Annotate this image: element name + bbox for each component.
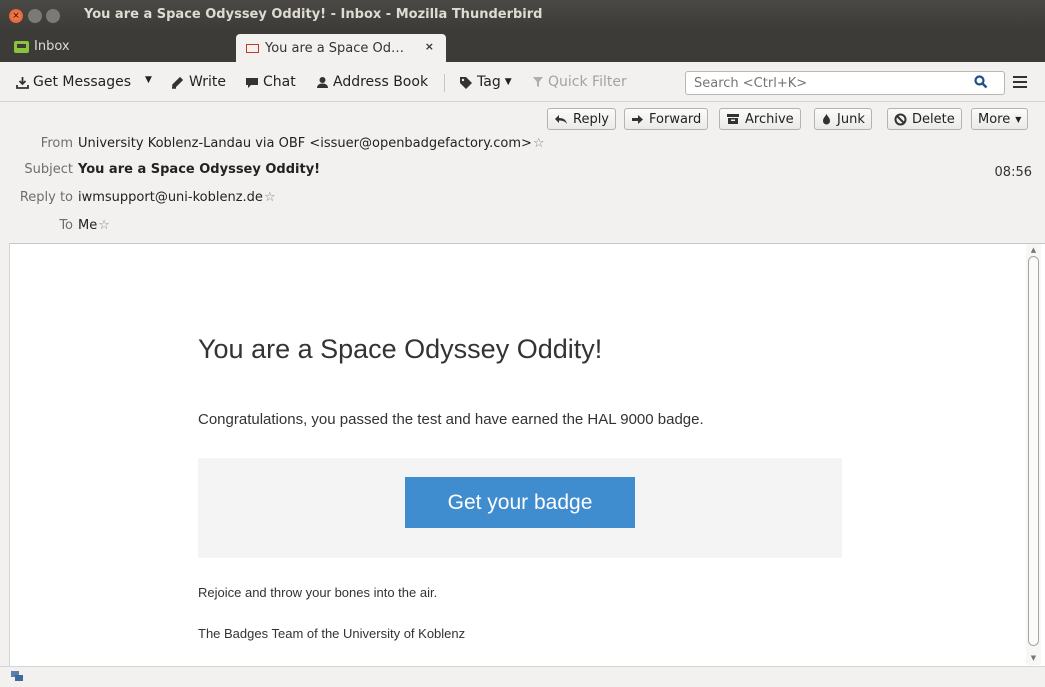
reply-arrow-icon [555,114,567,124]
window-minimize-button[interactable] [28,9,42,23]
tab-inbox-label: Inbox [34,39,70,54]
message-time: 08:56 [994,165,1032,180]
search-icon[interactable] [974,75,988,89]
to-value[interactable]: Me [78,218,97,233]
vertical-scrollbar[interactable]: ▲ ▼ [1026,244,1041,665]
message-heading: You are a Space Odyssey Oddity! [198,334,603,364]
subject-value: You are a Space Odyssey Oddity! [78,162,321,177]
reply-to-label: Reply to [19,190,73,205]
quick-filter-label: Quick Filter [548,74,627,90]
message-rejoice-text: Rejoice and throw your bones into the ai… [198,585,438,600]
message-congrats-text: Congratulations, you passed the test and… [198,411,704,428]
tab-message-label: You are a Space Od… [265,40,405,56]
tab-close-icon[interactable]: × [425,40,434,53]
flame-icon [823,114,830,125]
star-icon[interactable]: ☆ [264,190,276,205]
chat-button[interactable]: Chat [245,74,296,90]
chevron-down-icon: ▼ [1015,114,1022,124]
online-status-icon[interactable] [10,670,24,683]
inbox-icon [14,40,29,53]
forward-arrow-icon [632,114,643,124]
chevron-down-icon: ▼ [504,77,512,87]
tab-bar: Inbox [0,32,1045,62]
to-label: To [59,218,73,233]
tag-label: Tag [477,74,501,90]
reply-label: Reply [573,111,610,127]
window-title: You are a Space Odyssey Oddity! - Inbox … [84,7,543,22]
write-label: Write [189,74,226,90]
message-header: Reply Forward Archive Junk Delete More ▼… [0,103,1045,243]
more-label: More [978,111,1011,127]
tag-icon [460,76,472,89]
download-icon [16,76,29,89]
message-body: You are a Space Odyssey Oddity! Congratu… [9,243,1045,666]
chat-label: Chat [263,74,296,90]
person-icon [317,76,328,88]
address-book-label: Address Book [333,74,429,90]
get-messages-label: Get Messages [33,74,132,90]
to-row: To Me ☆ [0,218,110,233]
junk-button[interactable]: Junk [814,108,872,130]
hamburger-menu-icon[interactable] [1013,76,1027,88]
pencil-icon [172,76,184,89]
main-toolbar: Get Messages ▼ Write Chat Address Book T… [0,62,1045,102]
archive-button[interactable]: Archive [719,108,801,130]
message-signature: The Badges Team of the University of Kob… [198,626,466,641]
reply-to-row: Reply to iwmsupport@uni-koblenz.de ☆ [0,190,276,205]
chevron-down-icon: ▼ [145,75,152,85]
from-label: From [40,136,73,151]
scrollbar-thumb[interactable] [1028,256,1039,646]
junk-label: Junk [837,111,865,127]
tab-message[interactable]: You are a Space Od… × [236,34,446,62]
forward-button[interactable]: Forward [624,108,709,130]
title-bar: × You are a Space Odyssey Oddity! - Inbo… [0,0,1045,32]
from-value[interactable]: University Koblenz-Landau via OBF <issue… [78,136,532,151]
quick-filter-button[interactable]: Quick Filter [532,74,627,90]
tag-button[interactable]: Tag ▼ [459,74,512,90]
write-button[interactable]: Write [171,74,226,90]
badge-callout: Get your badge [198,458,842,558]
scroll-up-arrow-icon[interactable]: ▲ [1028,245,1039,255]
search-input[interactable] [685,71,1005,95]
funnel-icon [533,77,543,87]
archive-box-icon [727,114,739,124]
forward-label: Forward [649,111,702,127]
delete-button[interactable]: Delete [887,108,962,130]
get-badge-button[interactable]: Get your badge [405,477,635,528]
archive-label: Archive [745,111,794,127]
get-messages-dropdown[interactable]: ▼ [145,75,152,85]
chat-bubble-icon [246,77,258,88]
star-icon[interactable]: ☆ [533,136,545,151]
window-close-button[interactable]: × [9,9,23,23]
get-messages-button[interactable]: Get Messages [16,74,131,90]
window-maximize-button[interactable] [46,9,60,23]
subject-row: Subject You are a Space Odyssey Oddity! [0,162,320,177]
delete-label: Delete [912,111,955,127]
reply-to-value[interactable]: iwmsupport@uni-koblenz.de [78,190,263,205]
address-book-button[interactable]: Address Book [316,74,428,90]
subject-label: Subject [24,162,73,177]
reply-button[interactable]: Reply [547,108,617,130]
toolbar-divider [444,74,445,92]
scroll-down-arrow-icon[interactable]: ▼ [1028,653,1039,663]
prohibited-icon [894,113,907,125]
star-icon[interactable]: ☆ [98,218,110,233]
envelope-icon [246,43,259,53]
from-row: From University Koblenz-Landau via OBF <… [0,136,545,151]
tab-inbox[interactable]: Inbox [14,39,70,54]
status-bar [0,666,1045,687]
more-button[interactable]: More ▼ [971,108,1029,130]
